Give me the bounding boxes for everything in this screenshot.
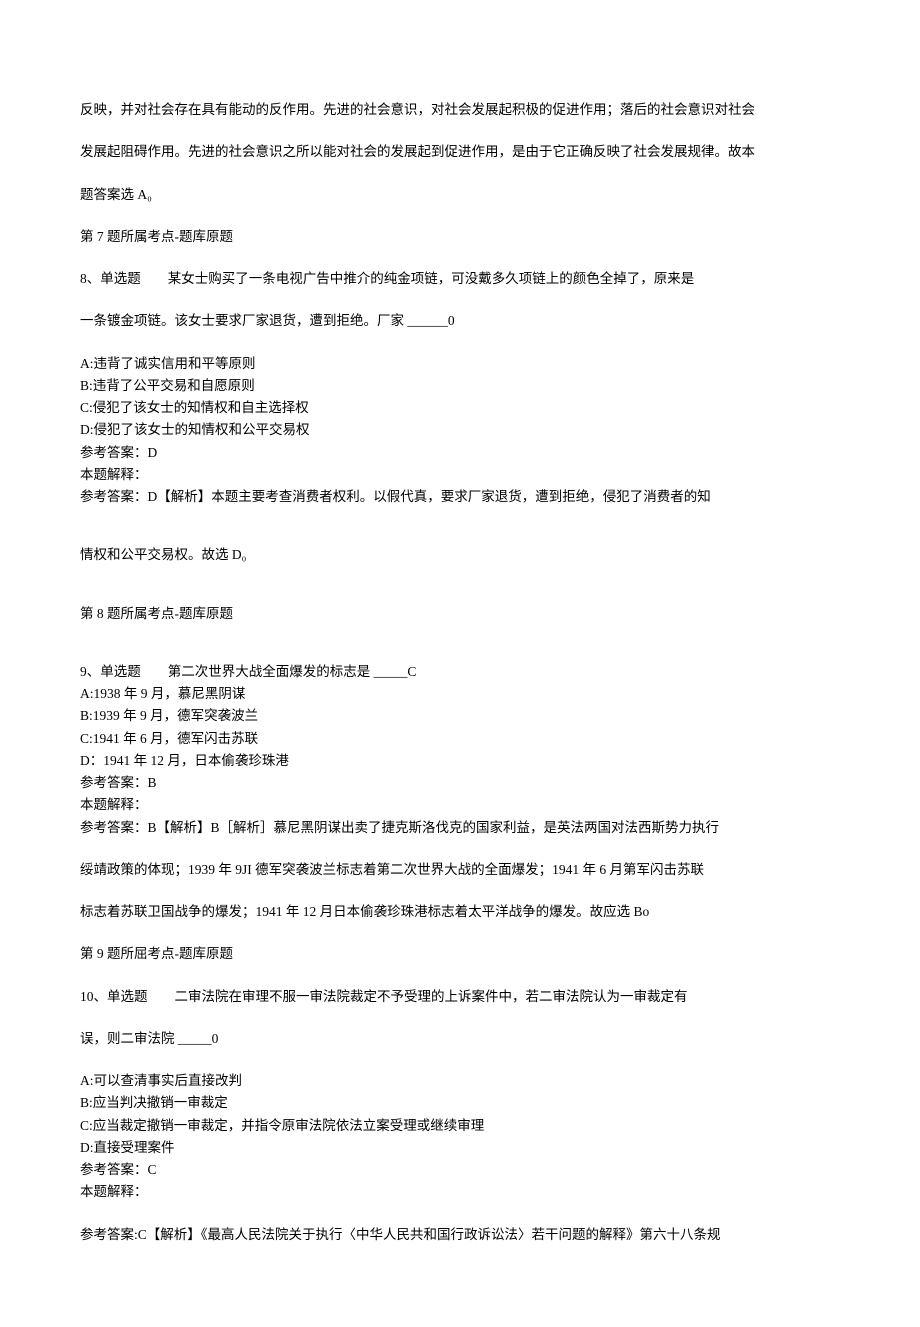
q8-answer: 参考答案：D — [80, 443, 840, 463]
q8-stem-b: 一条镀金项链。该女士要求厂家退货，遭到拒绝。厂家 ______0 — [80, 311, 840, 331]
q9-explain-1: 参考答案：B【解析】B［解析］慕尼黑阴谋出卖了捷克斯洛伐克的国家利益，是英法两国… — [80, 818, 840, 838]
q10-explain-label: 本题解释： — [80, 1182, 840, 1202]
q9-option-c: C:1941 年 6 月，德军闪击苏联 — [80, 729, 840, 749]
intro-line-3: 题答案选 A₀ — [80, 185, 840, 205]
q8-topic: 第 8 题所属考点-题库原题 — [80, 604, 840, 624]
q8-stem-a: 8、单选题 某女士购买了一条电视广告中推介的纯金项链，可没戴多久项链上的颜色全掉… — [80, 269, 840, 289]
q10-option-c: C:应当裁定撤销一审裁定，并指令原审法院依法立案受理或继续审理 — [80, 1116, 840, 1136]
q10-stem-b: 误，则二审法院 _____0 — [80, 1029, 840, 1049]
q8-option-b: B:违背了公平交易和自愿原则 — [80, 376, 840, 396]
q8-option-a: A:违背了诚实信用和平等原则 — [80, 354, 840, 374]
q7-topic: 第 7 题所属考点-题库原题 — [80, 227, 840, 247]
q9-explain-3: 标志着苏联卫国战争的爆发；1941 年 12 月日本偷袭珍珠港标志着太平洋战争的… — [80, 902, 840, 922]
q10-option-a: A:可以查清事实后直接改判 — [80, 1071, 840, 1091]
q8-explain-label: 本题解释： — [80, 465, 840, 485]
q9-option-b: B:1939 年 9 月，德军突袭波兰 — [80, 706, 840, 726]
q10-answer: 参考答案：C — [80, 1160, 840, 1180]
q9-option-a: A:1938 年 9 月，慕尼黑阴谋 — [80, 684, 840, 704]
q10-explain-1: 参考答案:C【解析】《最高人民法院关于执行〈中华人民共和国行政诉讼法〉若干问题的… — [80, 1225, 840, 1245]
q8-option-d: D:侵犯了该女士的知情权和公平交易权 — [80, 420, 840, 440]
document-page: 反映，并对社会存在具有能动的反作用。先进的社会意识，对社会发展起积极的促进作用；… — [0, 0, 920, 1327]
q10-stem-a: 10、单选题 二审法院在审理不服一审法院裁定不予受理的上诉案件中，若二审法院认为… — [80, 987, 840, 1007]
q8-option-c: C:侵犯了该女士的知情权和自主选择权 — [80, 398, 840, 418]
q10-option-d: D:直接受理案件 — [80, 1138, 840, 1158]
q9-stem: 9、单选题 第二次世界大战全面爆发的标志是 _____C — [80, 662, 840, 682]
intro-line-2: 发展起阻碍作用。先进的社会意识之所以能对社会的发展起到促进作用，是由于它正确反映… — [80, 142, 840, 162]
intro-line-1: 反映，并对社会存在具有能动的反作用。先进的社会意识，对社会发展起积极的促进作用；… — [80, 100, 840, 120]
q8-explain-1: 参考答案：D【解析】本题主要考查消费者权利。以假代真，要求厂家退货，遭到拒绝，侵… — [80, 487, 840, 507]
q9-explain-label: 本题解释： — [80, 795, 840, 815]
q9-explain-2: 绥靖政策的体现；1939 年 9JI 德军突袭波兰标志着第二次世界大战的全面爆发… — [80, 860, 840, 880]
q9-answer: 参考答案：B — [80, 773, 840, 793]
q8-explain-2: 情权和公平交易权。故选 D₀ — [80, 545, 840, 565]
q9-topic: 第 9 题所屈考点-题库原题 — [80, 944, 840, 964]
q9-option-d: D：1941 年 12 月，日本偷袭珍珠港 — [80, 751, 840, 771]
q10-option-b: B:应当判决撤销一审裁定 — [80, 1093, 840, 1113]
